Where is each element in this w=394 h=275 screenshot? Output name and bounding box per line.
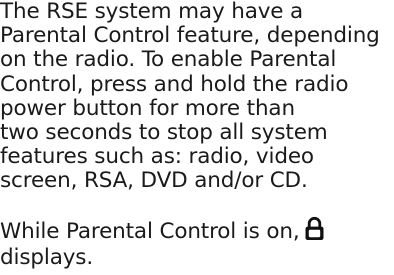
text-line: on the radio. To enable Parental [0,47,337,73]
text-line: Parental Control feature, depending [0,23,380,49]
text-line: screen, RSA, DVD and/or CD. [0,168,308,194]
paragraph-lock-indicator: While Parental Control is on, displays. [0,216,394,271]
lock-icon [304,216,325,241]
manual-page: The RSE system may have a Parental Contr… [0,0,394,275]
text-line: Control, press and hold the radio [0,71,349,97]
text-line-with-icon: While Parental Control is on, [0,216,394,245]
text-before-icon: While Parental Control is on, [0,219,300,244]
paragraph-parental-control: The RSE system may have a Parental Contr… [0,0,394,194]
text-line: The RSE system may have a [0,0,304,24]
text-line: features such as: radio, video [0,144,314,170]
text-line: displays. [0,245,94,270]
text-line: two seconds to stop all system [0,120,328,146]
text-line: power button for more than [0,95,295,121]
